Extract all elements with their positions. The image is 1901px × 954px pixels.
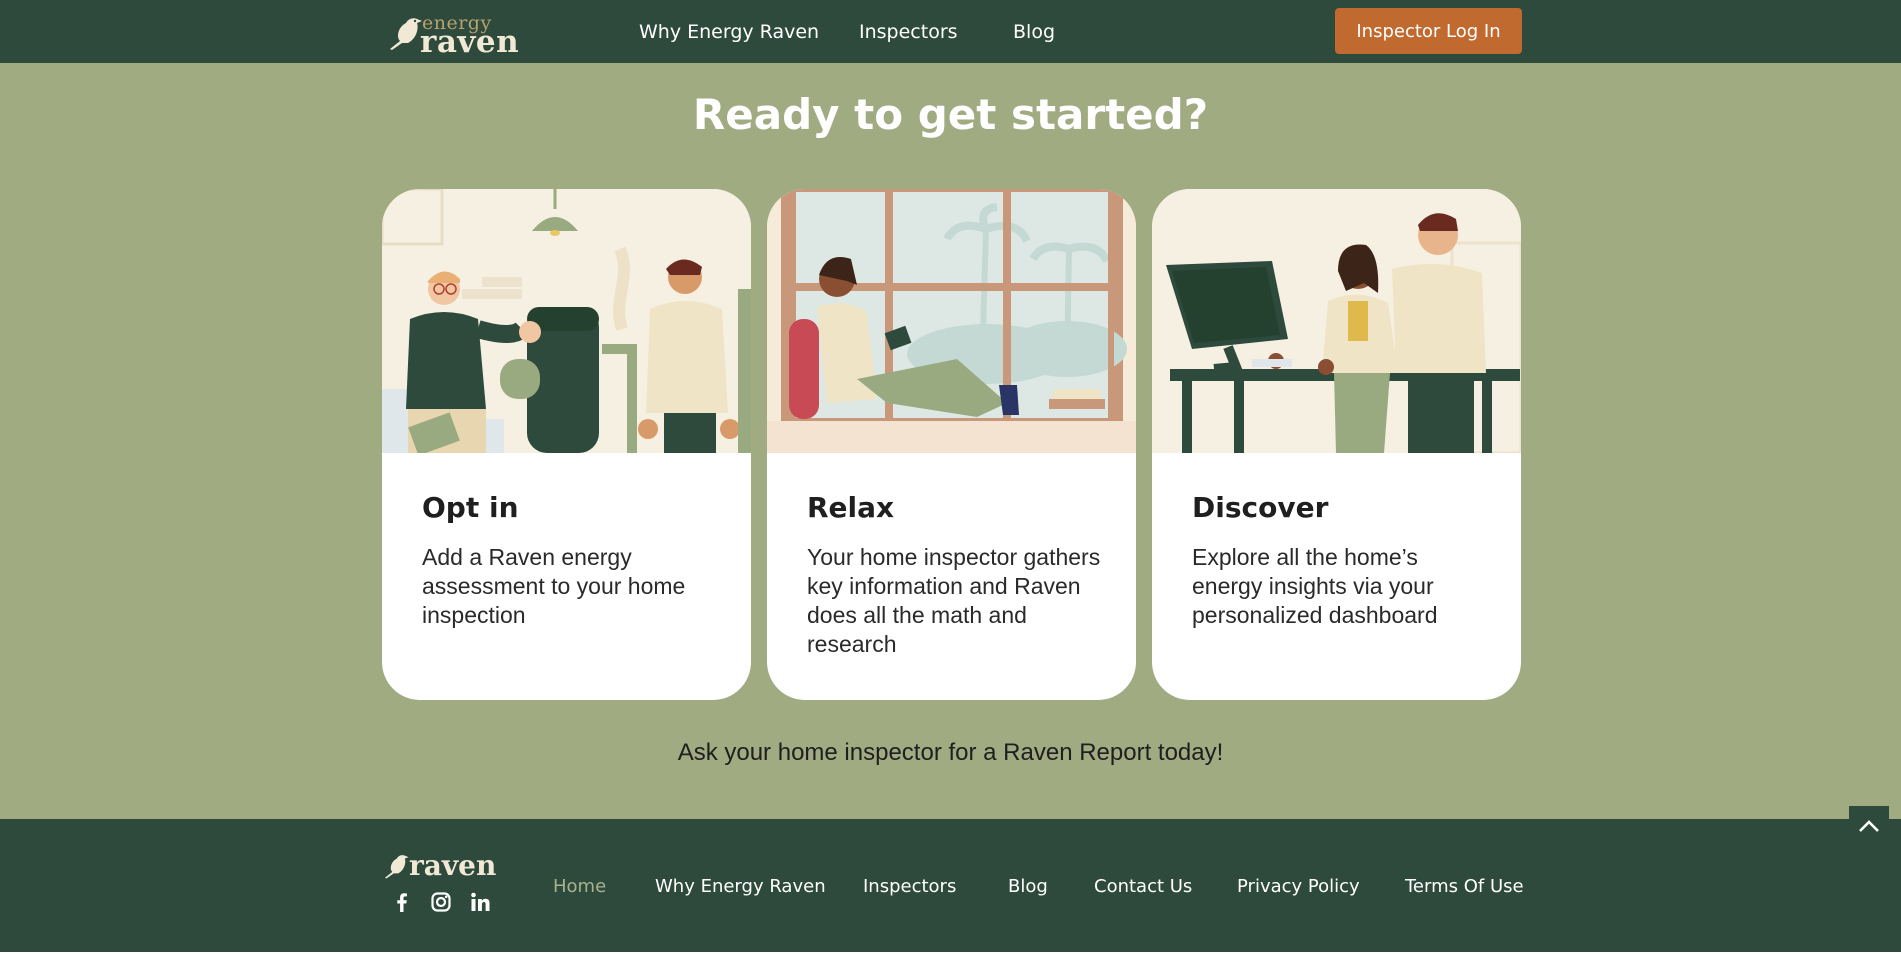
logo-word-raven: raven [420,24,520,60]
footer: raven Home Why Energy Raven Inspectors B… [0,819,1901,952]
footer-nav-home[interactable]: Home [553,876,606,897]
footer-nav-blog[interactable]: Blog [1008,876,1048,897]
footer-nav-inspectors[interactable]: Inspectors [863,876,956,897]
footer-nav-why-energy-raven[interactable]: Why Energy Raven [655,876,826,897]
opt-in-illustration [382,189,751,453]
linkedin-icon[interactable] [468,890,492,914]
card-title: Discover [1192,491,1329,524]
nav-why-energy-raven[interactable]: Why Energy Raven [639,21,819,43]
step-card-opt-in: Opt in Add a Raven energy assessment to … [382,189,751,700]
raven-bird-icon [384,855,409,879]
inspector-login-button[interactable]: Inspector Log In [1335,8,1522,54]
logo-word-raven: raven [409,849,497,882]
relax-illustration [767,189,1136,453]
discover-illustration [1152,189,1521,453]
footer-nav-contact-us[interactable]: Contact Us [1094,876,1192,897]
energy-raven-logo[interactable]: energy raven [386,11,519,60]
card-description: Explore all the home’s energy insights v… [1192,544,1438,628]
step-card-discover: Discover Explore all the home’s energy i… [1152,189,1521,700]
card-title: Relax [807,491,895,524]
call-to-action-text: Ask your home inspector for a Raven Repo… [677,739,1224,766]
scroll-to-top-button[interactable] [1849,806,1889,846]
step-card-relax: Relax Your home inspector gathers key in… [767,189,1136,700]
card-description: Add a Raven energy assessment to your ho… [422,544,686,628]
raven-bird-icon [390,18,422,50]
nav-inspectors[interactable]: Inspectors [859,21,958,43]
page-heading: Ready to get started? [692,90,1209,139]
card-description: Your home inspector gathers key informat… [807,544,1101,657]
chevron-up-icon [1859,820,1879,832]
card-title: Opt in [422,491,519,524]
footer-nav-privacy-policy[interactable]: Privacy Policy [1237,876,1360,897]
top-nav-bar: energy raven Why Energy Raven Inspectors… [0,0,1901,63]
footer-nav-terms-of-use[interactable]: Terms Of Use [1405,876,1524,897]
instagram-icon[interactable] [429,890,453,914]
footer-raven-logo[interactable]: raven [382,849,502,885]
facebook-icon[interactable] [390,890,414,914]
nav-blog[interactable]: Blog [1013,21,1055,43]
